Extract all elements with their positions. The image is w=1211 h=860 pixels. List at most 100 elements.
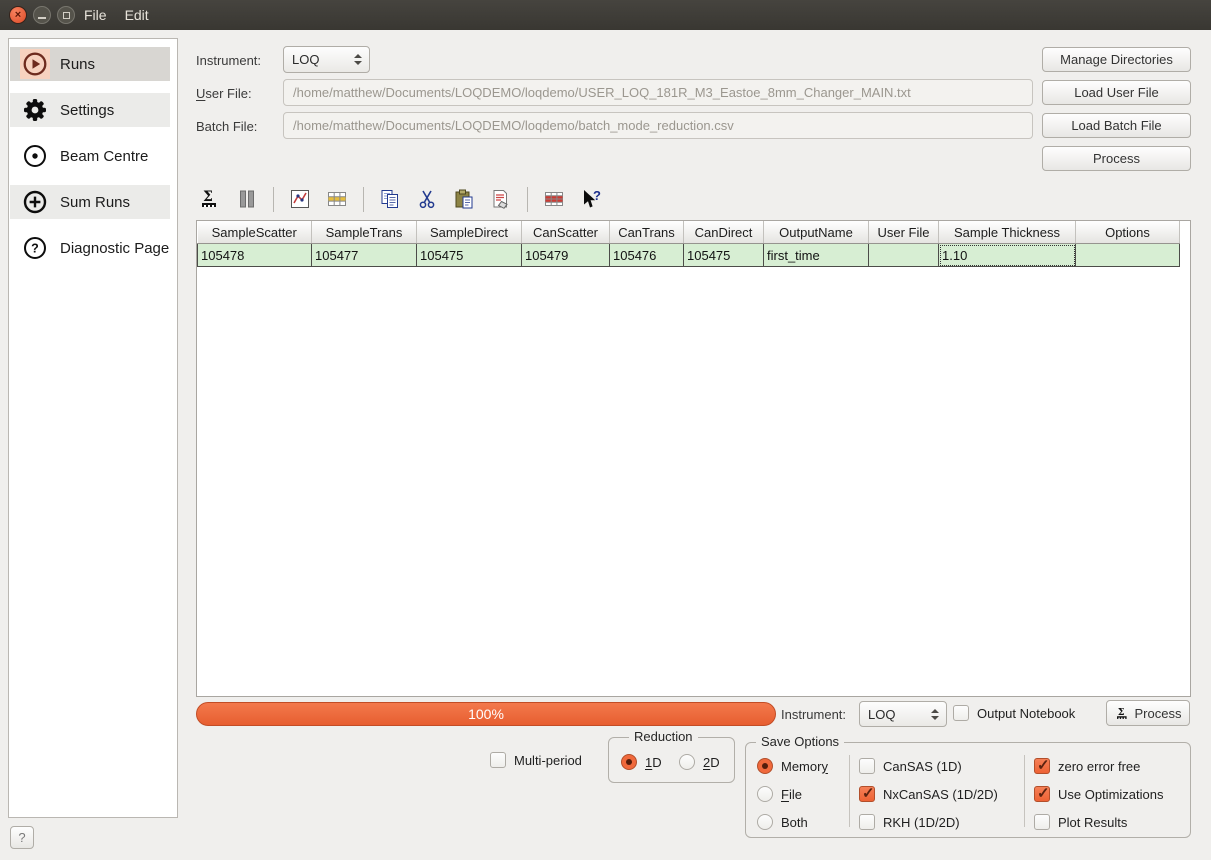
sidebar-item-beam-centre[interactable]: Beam Centre xyxy=(10,139,170,173)
load-user-file-button[interactable]: Load User File xyxy=(1042,80,1191,105)
svg-text:?: ? xyxy=(31,242,39,256)
erase-icon[interactable] xyxy=(490,188,512,210)
column-header[interactable]: CanScatter xyxy=(522,221,610,244)
multi-period-option[interactable]: Multi-period xyxy=(490,752,582,768)
cell-can-trans[interactable]: 105476 xyxy=(610,244,684,267)
sidebar-item-diagnostic-page[interactable]: ? Diagnostic Page xyxy=(10,231,170,265)
save-both-option[interactable]: Both xyxy=(757,814,808,830)
column-header[interactable]: SampleScatter xyxy=(198,221,312,244)
column-header[interactable]: OutputName xyxy=(764,221,869,244)
save-both-radio[interactable] xyxy=(757,814,773,830)
output-notebook-checkbox[interactable] xyxy=(953,705,969,721)
output-notebook-option[interactable]: Output Notebook xyxy=(953,705,1075,721)
batch-file-input[interactable]: /home/matthew/Documents/LOQDEMO/loqdemo/… xyxy=(283,112,1033,139)
load-batch-file-button[interactable]: Load Batch File xyxy=(1042,113,1191,138)
sidebar-item-settings[interactable]: Settings xyxy=(10,93,170,127)
rkh-checkbox[interactable] xyxy=(859,814,875,830)
cut-icon[interactable] xyxy=(416,188,438,210)
paste-icon[interactable] xyxy=(453,188,475,210)
sidebar-item-runs[interactable]: Runs xyxy=(10,47,170,81)
batch-runs-table[interactable]: SampleScatter SampleTrans SampleDirect C… xyxy=(196,220,1191,697)
reduction-2d-option[interactable]: 2D xyxy=(679,754,720,770)
save-memory-radio[interactable] xyxy=(757,758,773,774)
multi-period-checkbox[interactable] xyxy=(490,752,506,768)
process-sigma-icon[interactable]: Σ xyxy=(199,188,221,210)
reduction-2d-label: 2D xyxy=(703,755,720,770)
use-optimizations-checkbox[interactable] xyxy=(1034,786,1050,802)
cell-user-file[interactable] xyxy=(869,244,939,267)
column-header[interactable]: Options xyxy=(1076,221,1180,244)
cell-output-name[interactable]: first_time xyxy=(764,244,869,267)
nxcansas-option[interactable]: NxCanSAS (1D/2D) xyxy=(859,786,998,802)
save-options-group-title: Save Options xyxy=(756,734,844,749)
column-header[interactable]: CanTrans xyxy=(610,221,684,244)
zero-error-free-option[interactable]: zero error free xyxy=(1034,758,1140,774)
cell-sample-direct[interactable]: 105475 xyxy=(417,244,522,267)
process-sigma-icon: Σ xyxy=(1115,706,1130,721)
instrument-label: Instrument: xyxy=(196,53,261,68)
save-file-radio[interactable] xyxy=(757,786,773,802)
zero-error-free-checkbox[interactable] xyxy=(1034,758,1050,774)
svg-text:Σ: Σ xyxy=(203,189,213,205)
spinner-arrows-icon[interactable] xyxy=(354,54,362,65)
pause-icon[interactable] xyxy=(236,188,258,210)
table-row[interactable]: 105478 105477 105475 105479 105476 10547… xyxy=(198,244,1180,267)
reduction-2d-radio[interactable] xyxy=(679,754,695,770)
plot-results-option[interactable]: Plot Results xyxy=(1034,814,1127,830)
sidebar-item-label: Runs xyxy=(60,56,95,73)
reduction-1d-option[interactable]: 1D xyxy=(621,754,662,770)
cell-sample-trans[interactable]: 105477 xyxy=(312,244,417,267)
save-options-group: Save Options Memory File Both CanSAS (1D… xyxy=(745,742,1191,838)
plus-circle-icon xyxy=(20,187,50,217)
cell-sample-thickness[interactable]: 1.10 xyxy=(939,244,1076,267)
save-file-option[interactable]: File xyxy=(757,786,802,802)
reduction-group: Reduction 1D 2D xyxy=(608,737,735,783)
reduction-1d-radio[interactable] xyxy=(621,754,637,770)
rkh-option[interactable]: RKH (1D/2D) xyxy=(859,814,960,830)
sidebar-item-label: Sum Runs xyxy=(60,194,130,211)
save-file-label: File xyxy=(781,787,802,802)
cell-can-direct[interactable]: 105475 xyxy=(684,244,764,267)
close-window-icon[interactable]: × xyxy=(9,6,27,24)
cansas-checkbox[interactable] xyxy=(859,758,875,774)
toolbar-separator xyxy=(527,187,528,212)
instrument-select-bottom[interactable]: LOQ xyxy=(859,701,947,727)
use-optimizations-option[interactable]: Use Optimizations xyxy=(1034,786,1163,802)
column-header[interactable]: SampleTrans xyxy=(312,221,417,244)
column-header[interactable]: User File xyxy=(869,221,939,244)
column-header[interactable]: Sample Thickness xyxy=(939,221,1076,244)
toolbar-separator xyxy=(273,187,274,212)
svg-text:?: ? xyxy=(593,188,601,203)
spinner-arrows-icon[interactable] xyxy=(931,709,939,720)
plot-results-checkbox[interactable] xyxy=(1034,814,1050,830)
plot-icon[interactable] xyxy=(289,188,311,210)
menu-file[interactable]: File xyxy=(75,0,116,30)
column-header[interactable]: CanDirect xyxy=(684,221,764,244)
nxcansas-checkbox[interactable] xyxy=(859,786,875,802)
manage-directories-button[interactable]: Manage Directories xyxy=(1042,47,1191,72)
beam-centre-icon xyxy=(20,141,50,171)
cell-can-scatter[interactable]: 105479 xyxy=(522,244,610,267)
cell-sample-scatter[interactable]: 105478 xyxy=(198,244,312,267)
minimize-window-icon[interactable] xyxy=(33,6,51,24)
instrument-select[interactable]: LOQ xyxy=(283,46,370,73)
column-header[interactable]: SampleDirect xyxy=(417,221,522,244)
delete-rows-icon[interactable] xyxy=(543,188,565,210)
sidebar-item-label: Beam Centre xyxy=(60,148,148,165)
insert-rows-icon[interactable] xyxy=(326,188,348,210)
save-memory-option[interactable]: Memory xyxy=(757,758,828,774)
maximize-window-icon[interactable] xyxy=(57,6,75,24)
cell-options[interactable] xyxy=(1076,244,1180,267)
help-button[interactable]: ? xyxy=(10,826,34,849)
copy-icon[interactable] xyxy=(379,188,401,210)
cansas-option[interactable]: CanSAS (1D) xyxy=(859,758,962,774)
multi-period-label: Multi-period xyxy=(514,753,582,768)
rkh-label: RKH (1D/2D) xyxy=(883,815,960,830)
whats-this-icon[interactable]: ? xyxy=(580,188,602,210)
process-button-top[interactable]: Process xyxy=(1042,146,1191,171)
process-button-bottom[interactable]: Σ Process xyxy=(1106,700,1190,726)
menu-edit[interactable]: Edit xyxy=(116,0,158,30)
sidebar-item-sum-runs[interactable]: Sum Runs xyxy=(10,185,170,219)
title-bar: × File Edit xyxy=(0,0,1211,30)
user-file-input[interactable]: /home/matthew/Documents/LOQDEMO/loqdemo/… xyxy=(283,79,1033,106)
